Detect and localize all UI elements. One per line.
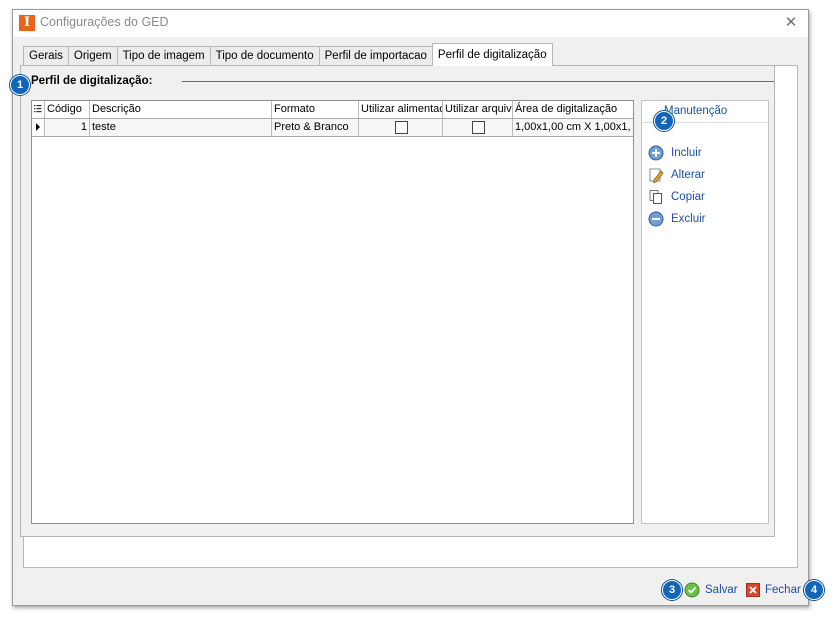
group-divider xyxy=(182,81,774,82)
row-indicator-icon xyxy=(32,119,45,136)
group-title: Perfil de digitalização: xyxy=(31,75,153,87)
save-button[interactable]: Salvar xyxy=(684,581,738,599)
excluir-label: Excluir xyxy=(671,213,706,225)
column-header-area-de-digitalizacao[interactable]: Área de digitalização xyxy=(513,101,633,118)
copiar-label: Copiar xyxy=(671,191,705,203)
tab-tipo-de-imagem[interactable]: Tipo de imagem xyxy=(116,46,211,66)
maintenance-panel: Manutenção Incluir Alterar Copiar Exclui… xyxy=(641,100,769,524)
column-header-utilizar-alimentador[interactable]: Utilizar alimentac xyxy=(359,101,443,118)
column-chooser-icon[interactable] xyxy=(32,101,45,118)
cell-formato[interactable]: Preto & Branco xyxy=(272,119,359,136)
title-bar: I Configurações do GED ✕ xyxy=(13,10,808,37)
check-circle-icon xyxy=(684,582,700,598)
window-title: Configurações do GED xyxy=(40,15,169,29)
column-header-utilizar-arquivo[interactable]: Utilizar arquiv xyxy=(443,101,513,118)
minus-circle-icon xyxy=(648,211,664,227)
incluir-button[interactable]: Incluir xyxy=(648,144,702,162)
close-box-icon xyxy=(746,583,760,597)
tab-strip: Gerais Origem Tipo de imagem Tipo de doc… xyxy=(23,43,553,66)
close-label: Fechar xyxy=(765,584,801,596)
callout-badge-3: 3 xyxy=(662,580,682,600)
column-header-descricao[interactable]: Descrição xyxy=(90,101,272,118)
close-window-button[interactable]: ✕ xyxy=(780,13,802,33)
copy-icon xyxy=(649,190,662,204)
cell-utilizar-arquivo[interactable] xyxy=(443,119,513,136)
tab-origem[interactable]: Origem xyxy=(67,46,118,66)
profiles-grid[interactable]: Código Descrição Formato Utilizar alimen… xyxy=(31,100,634,524)
column-header-codigo[interactable]: Código xyxy=(45,101,90,118)
excluir-button[interactable]: Excluir xyxy=(648,210,706,228)
table-row[interactable]: 1 teste Preto & Branco 1,00x1,00 cm X 1,… xyxy=(32,119,633,137)
incluir-label: Incluir xyxy=(671,147,702,159)
cell-codigo[interactable]: 1 xyxy=(45,119,90,136)
tab-perfil-de-importacao[interactable]: Perfil de importacao xyxy=(318,46,433,66)
callout-badge-4: 4 xyxy=(804,580,824,600)
plus-circle-icon xyxy=(648,145,664,161)
maintenance-title: Manutenção xyxy=(664,105,728,117)
copiar-button[interactable]: Copiar xyxy=(648,188,705,206)
cell-descricao[interactable]: teste xyxy=(90,119,272,136)
grid-header-row: Código Descrição Formato Utilizar alimen… xyxy=(32,101,633,119)
tab-perfil-de-digitalizacao[interactable]: Perfil de digitalização xyxy=(431,43,553,66)
alterar-label: Alterar xyxy=(671,169,705,181)
cell-utilizar-alimentador[interactable] xyxy=(359,119,443,136)
pencil-icon xyxy=(649,168,664,183)
alimentador-checkbox[interactable] xyxy=(394,121,408,134)
close-button[interactable]: Fechar xyxy=(746,581,801,599)
callout-badge-2: 2 xyxy=(654,111,674,131)
app-logo-icon: I xyxy=(19,15,35,31)
arquivo-checkbox[interactable] xyxy=(471,121,485,134)
cell-area-de-digitalizacao[interactable]: 1,00x1,00 cm X 1,00x1, xyxy=(513,119,633,136)
tab-gerais[interactable]: Gerais xyxy=(23,46,69,66)
column-header-formato[interactable]: Formato xyxy=(272,101,359,118)
tab-tipo-de-documento[interactable]: Tipo de documento xyxy=(209,46,320,66)
alterar-button[interactable]: Alterar xyxy=(648,166,705,184)
save-label: Salvar xyxy=(705,584,738,596)
callout-badge-1: 1 xyxy=(10,75,30,95)
